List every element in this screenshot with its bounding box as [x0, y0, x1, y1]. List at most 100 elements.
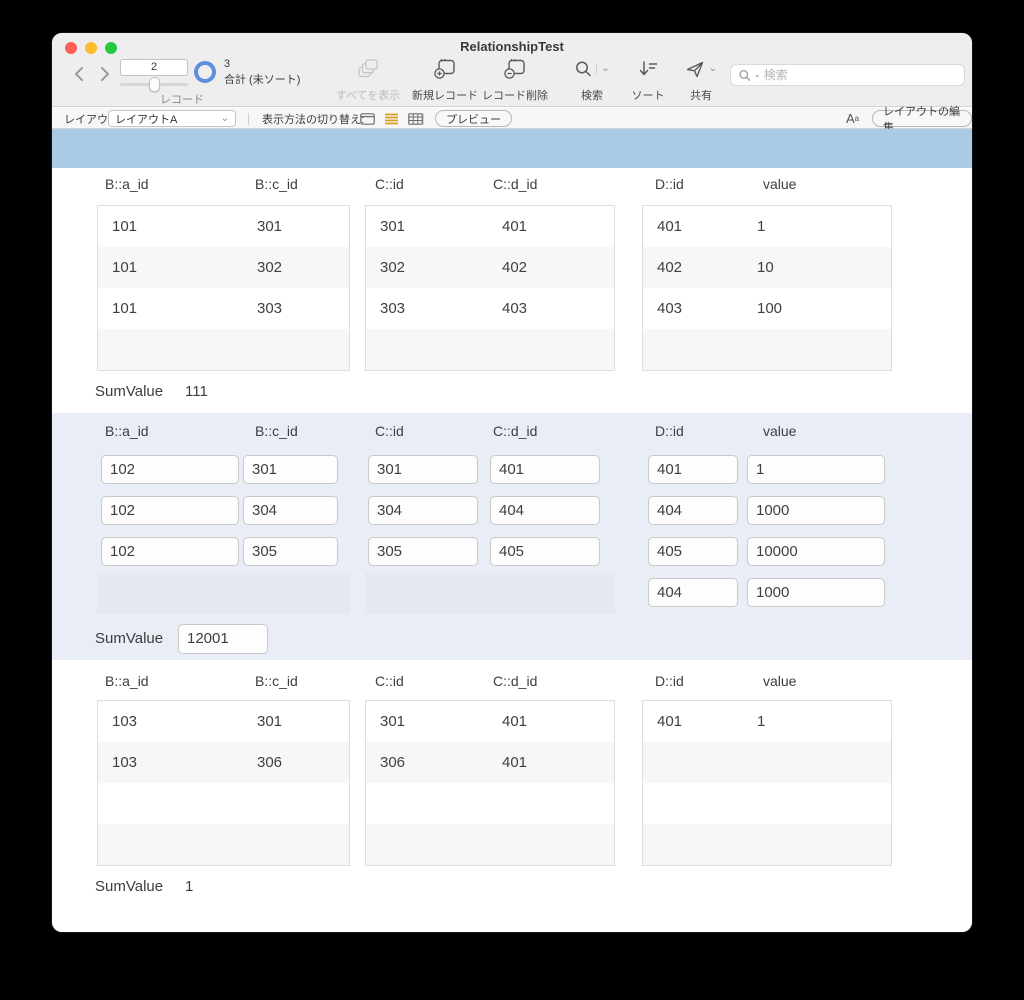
- field-c-d-id[interactable]: 404: [490, 496, 600, 525]
- field-header-value: value: [763, 176, 796, 192]
- portal-row: 103306: [98, 742, 349, 783]
- find-label: 検索: [581, 87, 603, 103]
- field-d-value[interactable]: 1: [747, 455, 885, 484]
- previous-record-button[interactable]: [68, 63, 90, 85]
- field-c-id[interactable]: 305: [368, 537, 478, 566]
- field-d-value[interactable]: 10000: [747, 537, 885, 566]
- field-d-id[interactable]: 401: [643, 218, 743, 235]
- field-b-c-id[interactable]: 305: [243, 537, 338, 566]
- field-c-id[interactable]: 304: [368, 496, 478, 525]
- portal-row: 301401: [366, 206, 614, 247]
- field-b-c-id[interactable]: 301: [243, 713, 282, 730]
- delete-record-button[interactable]: レコード削除: [472, 57, 558, 103]
- field-c-d-id[interactable]: 401: [488, 713, 527, 730]
- field-b-a-id[interactable]: 103: [98, 713, 243, 730]
- sum-value-label: SumValue: [95, 878, 163, 895]
- sort-button[interactable]: ソート: [620, 57, 676, 103]
- record-row-2-active[interactable]: B::a_id B::c_id C::id C::d_id D::id valu…: [52, 413, 972, 660]
- portal-row-empty: [643, 783, 891, 824]
- sum-value-field[interactable]: 111: [185, 383, 208, 400]
- list-view-icon-selected[interactable]: [384, 113, 399, 125]
- share-button[interactable]: ⌄ 共有: [672, 57, 730, 103]
- field-c-d-id[interactable]: 405: [490, 537, 600, 566]
- sort-icon: [637, 60, 659, 78]
- field-d-value[interactable]: 1000: [747, 496, 885, 525]
- field-header-d-id: D::id: [655, 176, 684, 192]
- filemaker-window: RelationshipTest 2 3 合計 (未ソート) レコード: [52, 33, 972, 932]
- field-header-b-a-id: B::a_id: [105, 423, 149, 439]
- record-row-3[interactable]: B::a_id B::c_id C::id C::d_id D::id valu…: [52, 660, 972, 932]
- portal-row: 401 1: [642, 450, 892, 491]
- preview-button[interactable]: プレビュー: [435, 110, 512, 127]
- field-c-id[interactable]: 302: [366, 259, 488, 276]
- formatting-bar-toggle[interactable]: Aa: [846, 108, 859, 129]
- field-b-a-id[interactable]: 101: [98, 300, 243, 317]
- edit-layout-button[interactable]: レイアウトの編集: [872, 110, 972, 127]
- field-c-d-id[interactable]: 403: [488, 300, 527, 317]
- field-c-id[interactable]: 301: [366, 713, 488, 730]
- field-c-id[interactable]: 301: [368, 455, 478, 484]
- field-d-id[interactable]: 401: [643, 713, 743, 730]
- field-d-value[interactable]: 1000: [747, 578, 885, 607]
- current-record-field[interactable]: 2: [120, 59, 188, 76]
- field-c-d-id[interactable]: 402: [488, 259, 527, 276]
- field-b-a-id[interactable]: 101: [98, 259, 243, 276]
- field-b-c-id[interactable]: 301: [243, 218, 282, 235]
- field-c-id[interactable]: 306: [366, 754, 488, 771]
- field-b-c-id[interactable]: 306: [243, 754, 282, 771]
- field-b-c-id[interactable]: 304: [243, 496, 338, 525]
- portal-row-empty: [643, 824, 891, 865]
- field-b-a-id[interactable]: 101: [98, 218, 243, 235]
- field-b-a-id[interactable]: 103: [98, 754, 243, 771]
- chevron-down-icon: ⌄: [709, 64, 717, 74]
- field-header-value: value: [763, 423, 796, 439]
- field-b-c-id[interactable]: 302: [243, 259, 282, 276]
- portal-row-empty: [98, 824, 349, 865]
- field-d-id[interactable]: 404: [648, 578, 738, 607]
- find-button[interactable]: ⌄ 検索: [564, 57, 620, 103]
- form-view-icon[interactable]: [360, 113, 375, 125]
- field-b-c-id[interactable]: 303: [243, 300, 282, 317]
- field-c-id[interactable]: 301: [366, 218, 488, 235]
- divider: [596, 63, 597, 75]
- share-paperplane-icon: [685, 60, 705, 79]
- next-record-button[interactable]: [94, 63, 116, 85]
- field-c-d-id[interactable]: 401: [490, 455, 600, 484]
- quick-search-field[interactable]: ⌄: [730, 64, 965, 86]
- portal-row: 102304: [97, 491, 350, 532]
- field-header-d-id: D::id: [655, 673, 684, 689]
- field-d-value[interactable]: 10: [743, 259, 774, 276]
- portal-d: 401 1 404 1000 405 10000 404 1000: [642, 450, 892, 614]
- field-b-c-id[interactable]: 301: [243, 455, 338, 484]
- field-c-id[interactable]: 303: [366, 300, 488, 317]
- field-d-value[interactable]: 1: [743, 218, 765, 235]
- field-d-id[interactable]: 404: [648, 496, 738, 525]
- layers-icon: [356, 58, 380, 80]
- layout-select[interactable]: レイアウトA ⌄: [108, 110, 236, 127]
- field-header-b-a-id: B::a_id: [105, 176, 149, 192]
- portal-row: 102305: [97, 532, 350, 573]
- field-d-id[interactable]: 402: [643, 259, 743, 276]
- field-d-id[interactable]: 405: [648, 537, 738, 566]
- field-b-a-id[interactable]: 102: [101, 537, 239, 566]
- sum-value-field[interactable]: 1: [185, 878, 193, 895]
- field-d-id[interactable]: 403: [643, 300, 743, 317]
- field-d-id[interactable]: 401: [648, 455, 738, 484]
- show-all-button[interactable]: すべてを表示: [322, 57, 414, 103]
- record-row-1[interactable]: B::a_id B::c_id C::id C::d_id D::id valu…: [52, 168, 972, 413]
- field-d-value[interactable]: 100: [743, 300, 782, 317]
- field-c-d-id[interactable]: 401: [488, 754, 527, 771]
- portal-row: 4011: [643, 206, 891, 247]
- new-record-icon: [433, 58, 457, 80]
- table-view-icon[interactable]: [408, 113, 423, 125]
- portal-row: 303403: [366, 288, 614, 329]
- found-set-ring-icon[interactable]: [194, 61, 216, 83]
- field-c-d-id[interactable]: 401: [488, 218, 527, 235]
- field-b-a-id[interactable]: 102: [101, 455, 239, 484]
- search-input[interactable]: [764, 68, 957, 82]
- records-label: レコード: [132, 91, 232, 107]
- field-d-value[interactable]: 1: [743, 713, 765, 730]
- field-b-a-id[interactable]: 102: [101, 496, 239, 525]
- record-slider-thumb[interactable]: [149, 77, 160, 92]
- sum-value-field[interactable]: 12001: [178, 624, 268, 654]
